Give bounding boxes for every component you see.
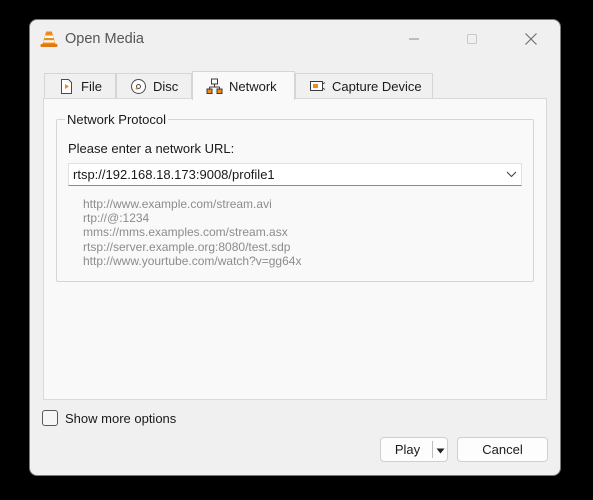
play-split-button: Play bbox=[380, 437, 448, 462]
vlc-cone-icon bbox=[39, 29, 59, 49]
minimize-button[interactable] bbox=[385, 20, 443, 58]
network-panel: Network Protocol Please enter a network … bbox=[43, 98, 547, 400]
open-media-dialog: Open Media File Disc Network Capture Dev… bbox=[29, 19, 561, 476]
tab-disc-label: Disc bbox=[153, 79, 179, 94]
example-url: rtp://@:1234 bbox=[83, 211, 150, 226]
title-bar[interactable]: Open Media bbox=[30, 20, 560, 58]
tab-disc[interactable]: Disc bbox=[116, 73, 192, 99]
example-url: mms://mms.examples.com/stream.asx bbox=[83, 225, 288, 240]
group-title: Network Protocol bbox=[65, 112, 168, 127]
maximize-icon bbox=[466, 33, 478, 45]
cancel-button[interactable]: Cancel bbox=[457, 437, 548, 462]
close-button[interactable] bbox=[502, 20, 560, 58]
url-prompt: Please enter a network URL: bbox=[68, 141, 235, 156]
tab-file[interactable]: File bbox=[44, 73, 116, 99]
tab-capture-device-label: Capture Device bbox=[332, 79, 422, 94]
url-value[interactable]: rtsp://192.168.18.173:9008/profile1 bbox=[69, 167, 501, 182]
url-examples: http://www.example.com/stream.avi rtp://… bbox=[83, 197, 301, 268]
play-button[interactable]: Play bbox=[381, 438, 432, 461]
caret-down-icon bbox=[436, 442, 445, 457]
show-more-checkbox[interactable] bbox=[42, 410, 58, 426]
show-more-options[interactable]: Show more options bbox=[42, 410, 176, 426]
disc-icon bbox=[130, 78, 147, 95]
tab-network-label: Network bbox=[229, 78, 277, 94]
capture-device-icon bbox=[309, 78, 326, 95]
network-url-combobox[interactable]: rtsp://192.168.18.173:9008/profile1 bbox=[68, 163, 522, 186]
maximize-button[interactable] bbox=[443, 20, 501, 58]
tab-file-label: File bbox=[81, 79, 102, 94]
example-url: http://www.example.com/stream.avi bbox=[83, 197, 272, 211]
file-icon bbox=[58, 78, 75, 95]
minimize-icon bbox=[408, 33, 420, 45]
close-icon bbox=[524, 32, 538, 46]
play-dropdown-button[interactable] bbox=[433, 438, 447, 461]
tab-network[interactable]: Network bbox=[192, 71, 295, 100]
example-url: rtsp://server.example.org:8080/test.sdp bbox=[83, 239, 291, 254]
show-more-label[interactable]: Show more options bbox=[65, 411, 176, 426]
tab-capture-device[interactable]: Capture Device bbox=[295, 73, 433, 99]
window-title: Open Media bbox=[65, 31, 144, 47]
example-url: http://www.yourtube.com/watch?v=gg64x bbox=[83, 253, 302, 268]
chevron-down-icon[interactable] bbox=[501, 164, 521, 185]
network-protocol-group: Network Protocol Please enter a network … bbox=[56, 112, 534, 282]
network-icon bbox=[206, 78, 223, 95]
